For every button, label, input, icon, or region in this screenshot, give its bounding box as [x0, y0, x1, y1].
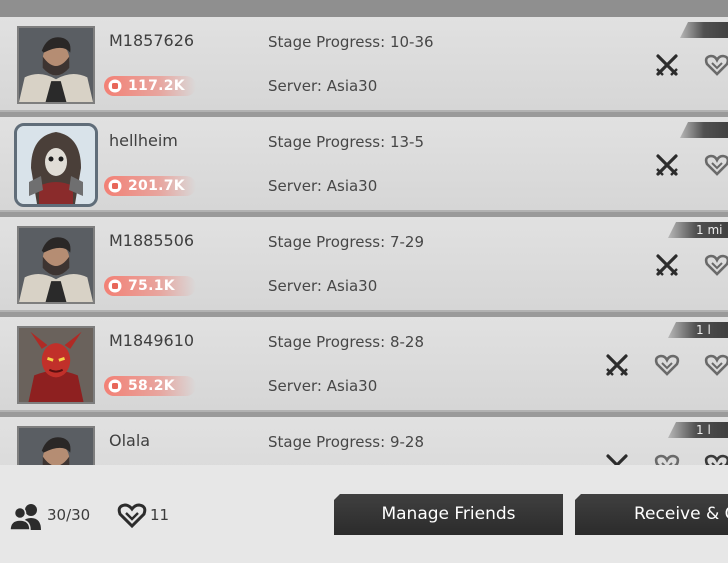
- power-badge: 75.1K: [104, 276, 196, 296]
- friend-row[interactable]: hellheim 201.7K Stage Progress: 13-5 Ser…: [0, 117, 728, 212]
- fist-icon: [108, 279, 122, 293]
- heart-icon: [654, 354, 680, 376]
- battle-button[interactable]: [604, 352, 630, 378]
- battle-button[interactable]: [604, 452, 630, 465]
- manage-friends-button[interactable]: Manage Friends: [334, 494, 563, 535]
- heart-icon: [704, 454, 728, 465]
- last-online-tag: 1 mi: [668, 222, 728, 238]
- power-badge: 201.7K: [104, 176, 196, 196]
- send-heart-button[interactable]: [704, 152, 728, 178]
- friends-count: 30/30: [47, 506, 91, 524]
- stage-progress: Stage Progress: 7-29: [268, 233, 424, 251]
- hearts-icon: [117, 503, 147, 528]
- server-label: Server: Asia30: [268, 277, 378, 295]
- power-value: 75.1K: [128, 278, 175, 294]
- friend-name: M1857626: [109, 31, 195, 50]
- avatar[interactable]: [17, 226, 95, 304]
- friend-name: M1849610: [109, 331, 195, 350]
- crossed-swords-icon: [656, 154, 678, 176]
- server-label: Server: Asia30: [268, 77, 378, 95]
- battle-button[interactable]: [654, 152, 680, 178]
- stage-progress: Stage Progress: 10-36: [268, 33, 434, 51]
- friend-list[interactable]: M1857626 117.2K Stage Progress: 10-36 Se…: [0, 17, 728, 465]
- hearts-count: 11: [150, 506, 170, 524]
- power-value: 58.2K: [128, 378, 175, 394]
- receive-heart-button[interactable]: [654, 352, 680, 378]
- friend-row[interactable]: M1885506 75.1K Stage Progress: 7-29 Serv…: [0, 217, 728, 312]
- friend-row[interactable]: M1849610 58.2K Stage Progress: 8-28 Serv…: [0, 317, 728, 412]
- last-online-tag: 1 l: [668, 322, 728, 338]
- avatar[interactable]: [17, 26, 95, 104]
- battle-button[interactable]: [654, 52, 680, 78]
- power-badge: 58.2K: [104, 376, 196, 396]
- footer-bar: 30/30 11 Manage Friends Receive & G: [0, 465, 728, 563]
- server-label: Server: Asia30: [268, 177, 378, 195]
- last-online-tag: 1 l: [668, 422, 728, 438]
- stage-progress: Stage Progress: 9-28: [268, 433, 424, 451]
- heart-icon: [704, 154, 728, 176]
- top-bar: [0, 0, 728, 17]
- crossed-swords-icon: [656, 54, 678, 76]
- heart-icon: [704, 54, 728, 76]
- power-value: 117.2K: [128, 78, 185, 94]
- power-value: 201.7K: [128, 178, 185, 194]
- server-label: Server: Asia30: [268, 377, 378, 395]
- friend-name: hellheim: [109, 131, 178, 150]
- friend-row[interactable]: Olala Stage Progress: 9-28 1 l: [0, 417, 728, 465]
- avatar[interactable]: [17, 426, 95, 465]
- stage-progress: Stage Progress: 13-5: [268, 133, 424, 151]
- avatar[interactable]: [14, 123, 98, 207]
- crossed-swords-icon: [656, 254, 678, 276]
- send-heart-button[interactable]: [704, 452, 728, 465]
- friend-name: Olala: [109, 431, 151, 450]
- last-online-tag: [680, 22, 728, 38]
- receive-heart-button[interactable]: [654, 452, 680, 465]
- last-online-tag: [680, 122, 728, 138]
- stage-progress: Stage Progress: 8-28: [268, 333, 424, 351]
- crossed-swords-icon: [606, 454, 628, 465]
- heart-icon: [654, 454, 680, 465]
- send-heart-button[interactable]: [704, 252, 728, 278]
- crossed-swords-icon: [606, 354, 628, 376]
- battle-button[interactable]: [654, 252, 680, 278]
- power-badge: 117.2K: [104, 76, 196, 96]
- receive-and-give-button[interactable]: Receive & G: [575, 494, 728, 535]
- fist-icon: [108, 79, 122, 93]
- fist-icon: [108, 379, 122, 393]
- heart-icon: [704, 254, 728, 276]
- send-heart-button[interactable]: [704, 52, 728, 78]
- heart-icon: [704, 354, 728, 376]
- send-heart-button[interactable]: [704, 352, 728, 378]
- friends-icon: [9, 504, 41, 530]
- friend-row[interactable]: M1857626 117.2K Stage Progress: 10-36 Se…: [0, 17, 728, 112]
- avatar[interactable]: [17, 326, 95, 404]
- fist-icon: [108, 179, 122, 193]
- friend-name: M1885506: [109, 231, 195, 250]
